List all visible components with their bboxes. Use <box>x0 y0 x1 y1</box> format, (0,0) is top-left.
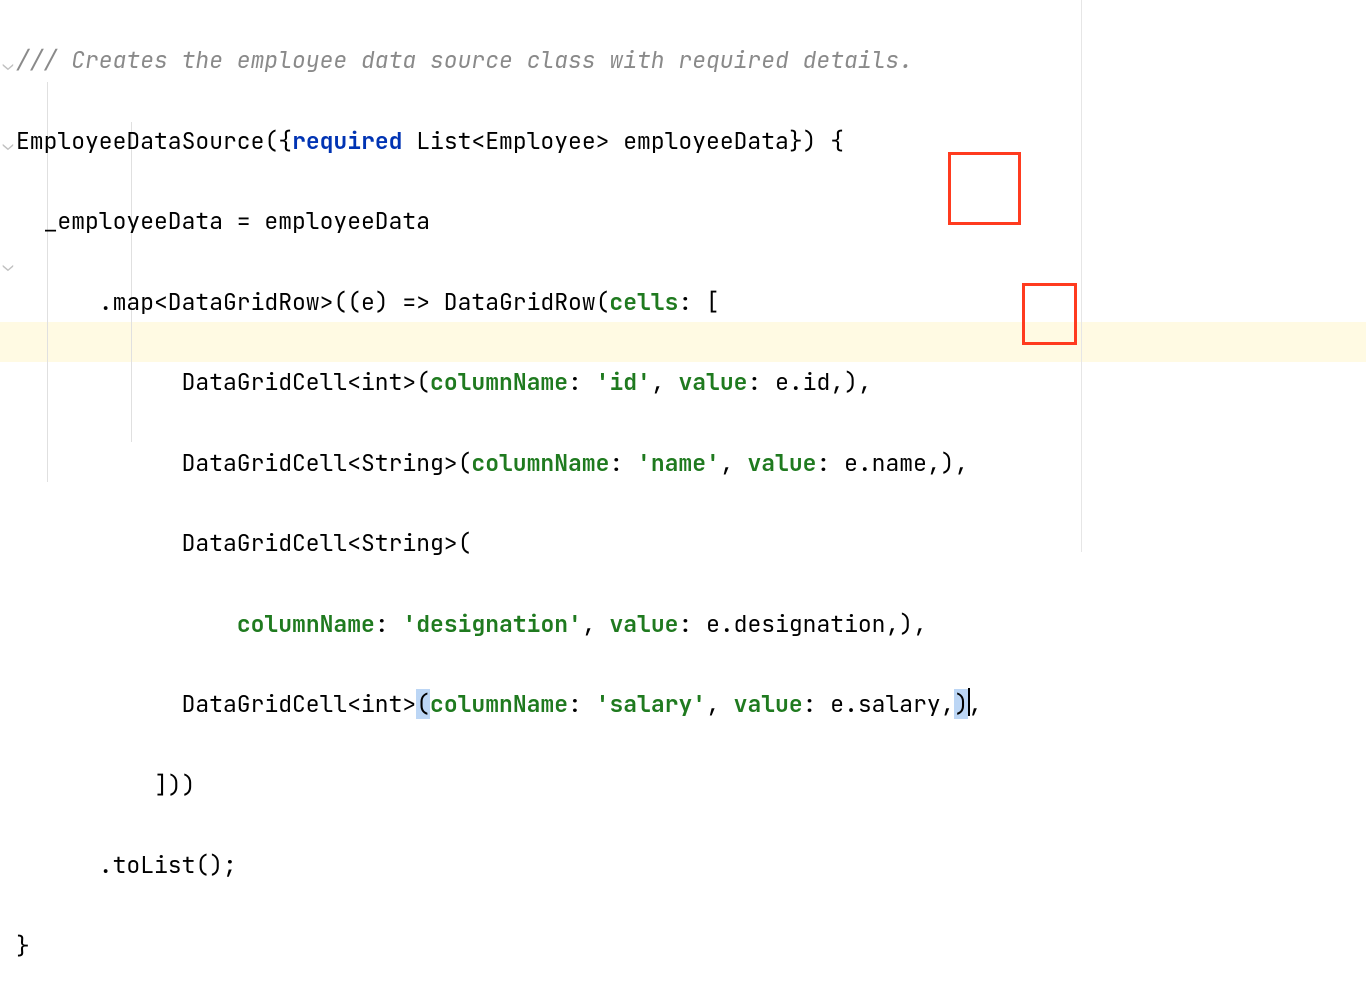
fold-gutter: ⌄ ⌄ ⌄ <box>0 0 16 552</box>
named-param: value <box>747 448 816 478</box>
code-text: } <box>16 931 30 961</box>
fold-marker[interactable]: ⌄ <box>0 125 16 165</box>
code-text: , <box>968 689 982 719</box>
named-param: columnName <box>237 609 375 639</box>
code-editor[interactable]: /// Creates the employee data source cla… <box>16 0 982 1006</box>
named-param: columnName <box>430 689 568 719</box>
named-param: value <box>609 609 678 639</box>
named-param: value <box>678 367 747 397</box>
matched-bracket-close: ) <box>954 689 968 719</box>
code-text: EmployeeDataSource({ <box>16 126 292 156</box>
string-literal: 'id' <box>596 367 651 397</box>
code-text: DataGridCell<int>( <box>16 367 430 397</box>
keyword-required: required <box>292 126 402 156</box>
code-text: : <box>568 689 596 719</box>
code-text: DataGridCell<int> <box>16 689 416 719</box>
code-text: : e.name,), <box>816 448 968 478</box>
code-text: DataGridCell<String>( <box>16 528 471 558</box>
named-param: cells <box>609 287 678 317</box>
code-text: , <box>582 609 610 639</box>
code-text: List<Employee> employeeData}) { <box>402 126 844 156</box>
code-text: DataGridCell<String>( <box>16 448 471 478</box>
string-literal: 'salary' <box>596 689 706 719</box>
ruler-guide <box>1081 0 1082 552</box>
code-text: : <box>568 367 596 397</box>
code-text: : [ <box>678 287 719 317</box>
code-text: , <box>651 367 679 397</box>
code-text: , <box>720 448 748 478</box>
code-text: _employeeData = employeeData <box>16 206 430 236</box>
code-text: ])) <box>16 770 195 800</box>
matched-bracket-open: ( <box>416 689 430 719</box>
code-text <box>16 609 237 639</box>
code-text: : e.designation,), <box>678 609 926 639</box>
code-text: , <box>706 689 734 719</box>
comment: /// Creates the employee data source cla… <box>16 45 913 75</box>
fold-marker[interactable]: ⌄ <box>0 44 16 84</box>
string-literal: 'designation' <box>402 609 581 639</box>
code-text: : <box>375 609 403 639</box>
code-text: : e.id,), <box>747 367 871 397</box>
string-literal: 'name' <box>637 448 720 478</box>
named-param: columnName <box>471 448 609 478</box>
code-text: .toList(); <box>16 850 237 880</box>
named-param: columnName <box>430 367 568 397</box>
code-text: : e.salary, <box>803 689 955 719</box>
named-param: value <box>734 689 803 719</box>
fold-marker[interactable]: ⌄ <box>0 246 16 286</box>
code-text: .map<DataGridRow>((e) => DataGridRow( <box>16 287 609 317</box>
code-text: : <box>609 448 637 478</box>
